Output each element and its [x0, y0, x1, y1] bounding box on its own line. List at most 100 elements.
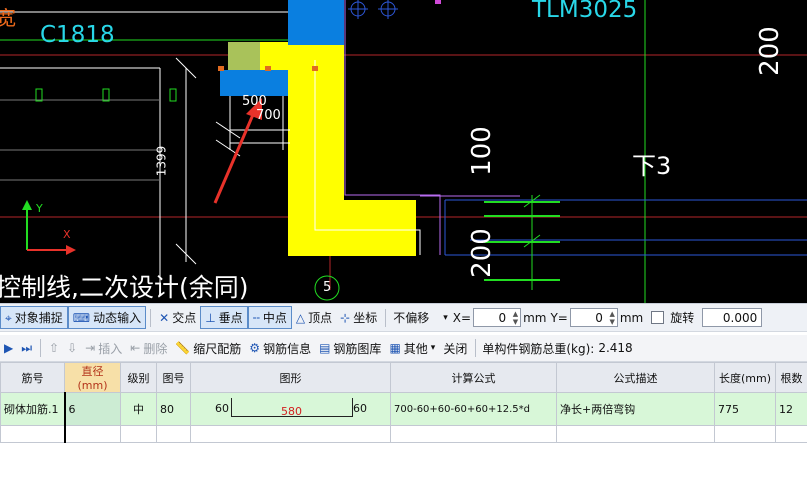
- arrow-down-icon: ⇩: [67, 341, 78, 355]
- close-button[interactable]: 关闭: [439, 338, 471, 359]
- coordinate-icon: ⊹: [340, 310, 351, 325]
- divider: [475, 339, 477, 357]
- library-icon: ▤: [319, 341, 331, 355]
- rebar-info-button[interactable]: ⚙ 钢筋信息: [245, 338, 315, 359]
- cell-description[interactable]: 净长+两倍弯钩: [556, 392, 715, 426]
- table-header-row: 筋号 直径(mm) 级别 图号 图形 计算公式 公式描述 长度(mm) 根数: [0, 362, 807, 393]
- intersection-snap-button[interactable]: ✕ 交点: [155, 307, 200, 328]
- table-row-empty[interactable]: [0, 425, 807, 443]
- object-snap-button[interactable]: ⌖ 对象捕捉: [0, 306, 68, 329]
- perpendicular-snap-button[interactable]: ⊥ 垂点: [200, 306, 248, 329]
- cell-diameter[interactable]: 6: [63, 392, 121, 426]
- rotate-angle-input[interactable]: 0.000: [702, 308, 763, 327]
- shape-right-hook: 60: [353, 402, 367, 415]
- cell-figure-no[interactable]: 80: [156, 392, 191, 426]
- y-label: Y=: [550, 310, 568, 325]
- skip-to-end-icon: ⏭: [21, 341, 33, 355]
- ruler-icon: 📏: [175, 341, 191, 355]
- x-label: X=: [452, 310, 472, 325]
- col-header-grade[interactable]: 级别: [120, 362, 157, 393]
- intersection-icon: ✕: [159, 310, 170, 325]
- info-icon: ⚙: [249, 341, 261, 355]
- offset-mode-select[interactable]: 不偏移 ▾: [390, 309, 451, 326]
- cell-length[interactable]: 775: [714, 392, 776, 426]
- total-weight-value: 2.418: [598, 341, 633, 355]
- y-unit: mm: [619, 310, 644, 325]
- axis-y-label: Y: [36, 202, 43, 215]
- arrow-up-icon: ⇧: [49, 341, 60, 355]
- vertex-snap-button[interactable]: △ 顶点: [292, 307, 336, 328]
- coordinate-snap-button[interactable]: ⊹ 坐标: [336, 307, 381, 328]
- rebar-toolbar: ▶ ⏭ ⇧ ⇩ ⇥ 插入 ⇤ 删除 📏 缩尺配筋 ⚙ 钢筋信息 ▤ 钢筋图库 ▦…: [0, 335, 807, 362]
- midpoint-icon: ╌: [252, 310, 260, 325]
- label-xia3: 下3: [632, 152, 672, 180]
- rebar-table: 筋号 直径(mm) 级别 图号 图形 计算公式 公式描述 长度(mm) 根数 砌…: [0, 362, 807, 481]
- rotate-label: 旋转: [670, 311, 695, 325]
- divider: [150, 308, 152, 327]
- red-annotation-arrow: [213, 109, 257, 204]
- dynamic-input-button[interactable]: ⌨ 动态输入: [67, 306, 147, 329]
- axis-x-label: X: [63, 228, 71, 241]
- grid-bubble-label: 5: [323, 280, 332, 295]
- shape-middle-length: 580: [281, 405, 302, 418]
- keyboard-icon: ⌨: [72, 310, 91, 325]
- yellow-column: [288, 45, 416, 256]
- dim-1399: 1399: [154, 145, 169, 177]
- divider: [40, 339, 42, 357]
- snap-icon: ⌖: [5, 310, 12, 325]
- delete-icon: ⇤: [130, 341, 141, 355]
- y-offset-input[interactable]: 0 ▲ ▼: [569, 308, 618, 327]
- divider: [385, 308, 387, 327]
- dim-500: 500: [242, 94, 267, 109]
- label-c1818: C1818: [40, 22, 115, 48]
- cell-grade[interactable]: 中: [120, 392, 157, 426]
- col-header-count[interactable]: 根数: [775, 362, 807, 393]
- dropdown-arrow-icon: ▾: [443, 312, 448, 323]
- shape-left-hook: 60: [215, 402, 229, 415]
- dim-100: 100: [466, 126, 497, 176]
- col-header-formula[interactable]: 计算公式: [390, 362, 557, 393]
- x-offset-input[interactable]: 0 ▲ ▼: [473, 308, 522, 327]
- col-header-length[interactable]: 长度(mm): [714, 362, 776, 393]
- last-button[interactable]: ⏭: [17, 338, 36, 359]
- cell-shape[interactable]: 60 580 60: [190, 392, 391, 426]
- partial-label-top-left: 宽: [0, 6, 16, 30]
- move-up-button[interactable]: ⇧: [45, 338, 63, 359]
- cad-drawing-canvas[interactable]: 宽 C1818 TLM3025 200 100 200 下3 500 700 1…: [0, 0, 807, 303]
- col-header-diameter[interactable]: 直径(mm): [64, 362, 121, 393]
- snap-toolbar: ⌖ 对象捕捉 ⌨ 动态输入 ✕ 交点 ⊥ 垂点 ╌ 中点 △ 顶点 ⊹ 坐标 不…: [0, 303, 807, 332]
- x-unit: mm: [523, 310, 547, 325]
- dim-200-bottom: 200: [466, 228, 497, 278]
- scale-rebar-button[interactable]: 📏 缩尺配筋: [171, 338, 245, 359]
- vertex-icon: △: [295, 310, 306, 325]
- col-header-shape[interactable]: 图形: [190, 362, 391, 393]
- insert-icon: ⇥: [85, 341, 96, 355]
- rebar-library-button[interactable]: ▤ 钢筋图库: [315, 338, 385, 359]
- col-header-figure-no[interactable]: 图号: [156, 362, 191, 393]
- spinner-icon[interactable]: ▲ ▼: [513, 310, 518, 326]
- dim-200-top: 200: [754, 26, 785, 76]
- dropdown-arrow-icon: ▾: [430, 343, 436, 353]
- play-icon: ▶: [4, 341, 14, 355]
- annotation-text: 控制线,二次设计(余同): [0, 273, 249, 302]
- insert-button[interactable]: ⇥ 插入: [81, 338, 126, 359]
- blue-wall-block: [288, 0, 344, 45]
- other-icon: ▦: [389, 341, 401, 355]
- cell-formula[interactable]: 700-60+60-60+60+12.5*d: [390, 392, 557, 426]
- cad-drawing: [0, 0, 807, 303]
- move-down-button[interactable]: ⇩: [63, 338, 81, 359]
- total-weight-label: 单构件钢筋总重(kg):: [482, 341, 595, 356]
- cell-count[interactable]: 12: [775, 392, 807, 426]
- table-row[interactable]: 砌体加筋.1 6 中 80 60 580 60 700-60+60-60+60+…: [0, 392, 807, 426]
- cell-bar-no[interactable]: 砌体加筋.1: [0, 392, 65, 426]
- dim-700: 700: [256, 108, 281, 123]
- next-button[interactable]: ▶: [0, 338, 17, 359]
- perpendicular-icon: ⊥: [205, 310, 216, 325]
- rotate-checkbox[interactable]: [651, 311, 665, 324]
- delete-button[interactable]: ⇤ 删除: [126, 338, 171, 359]
- spinner-icon[interactable]: ▲ ▼: [609, 310, 614, 326]
- col-header-description[interactable]: 公式描述: [556, 362, 715, 393]
- midpoint-snap-button[interactable]: ╌ 中点: [247, 306, 292, 329]
- col-header-bar-no[interactable]: 筋号: [0, 362, 65, 393]
- other-menu-button[interactable]: ▦ 其他 ▾: [385, 338, 439, 359]
